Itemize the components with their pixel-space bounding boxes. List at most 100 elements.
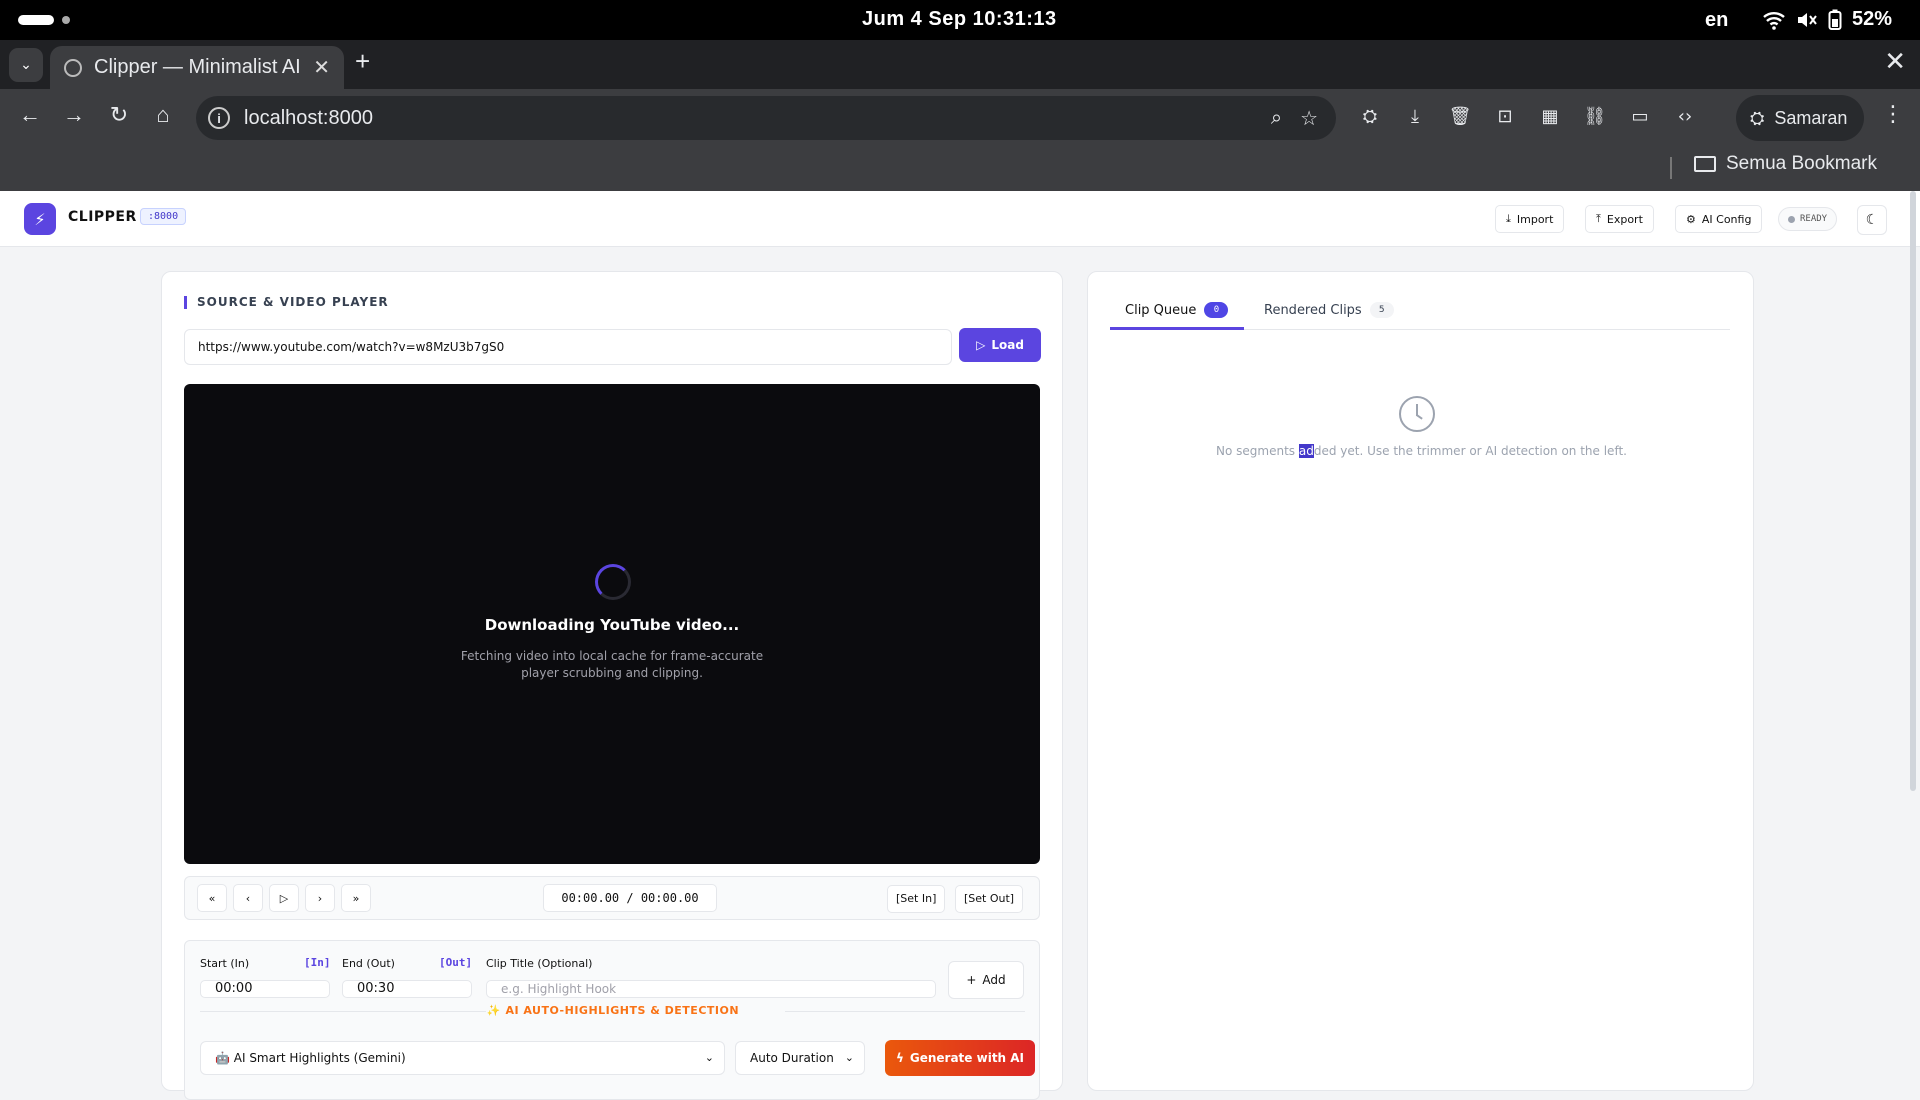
import-icon: ⤓ [1506,212,1511,225]
browser-toolbar: ← → ↻ ⌂ i localhost:8000 ⌕ ☆ ⛭ ⤓ 🗑 ⊡ ▦ ⛓… [0,89,1920,147]
import-button[interactable]: ⤓ Import [1495,205,1565,233]
tab-title: Clipper — Minimalist AI Video [94,56,303,78]
theme-toggle-moon-icon[interactable]: ☾ [1857,205,1887,235]
rewind-icon[interactable]: « [197,884,227,912]
reload-icon[interactable]: ↻ [103,102,135,128]
video-status-title: Downloading YouTube video... [484,616,740,634]
set-out-button[interactable]: [Set Out] [955,885,1024,913]
start-input[interactable]: 00:00 [200,980,330,998]
tab-clip-queue[interactable]: Clip Queue 0 [1125,302,1229,318]
port-badge: :8000 [140,208,187,225]
address-url[interactable]: localhost:8000 [244,107,1271,130]
menu-kebab-icon[interactable]: ⋮ [1882,102,1904,127]
link-icon[interactable]: ⛓ [1582,104,1608,130]
profile-button[interactable]: ⛭ Samaran [1736,95,1864,141]
mute-icon [1798,12,1817,27]
generate-ai-button[interactable]: ϟ Generate with AI [885,1040,1035,1076]
globe-icon [64,58,82,77]
clip-queue-count: 0 [1204,302,1229,318]
end-input[interactable]: 00:30 [342,980,472,998]
tab-clip-queue-label: Clip Queue [1125,302,1197,318]
os-status-bar: Jum 4 Sep 10:31:13 en 52% [0,0,1920,40]
ai-mode-select[interactable]: 🤖 AI Smart Highlights (Gemini) ⌄ [200,1041,725,1075]
duration-select[interactable]: Auto Duration ⌄ [735,1041,865,1075]
status-icons: 52% [1762,8,1892,31]
ai-config-button[interactable]: ⚙ AI Config [1675,205,1763,233]
step-back-icon[interactable]: ‹ [233,884,263,912]
player-controls: « ‹ ▷ › » 00:00.00 / 00:00.00 [Set In] [… [184,876,1040,920]
in-tag: [In] [304,956,331,969]
empty-text-start: No segments [1216,444,1299,458]
end-label: End (Out) [342,957,395,970]
folder-icon [1694,156,1716,172]
fast-forward-icon[interactable]: » [341,884,371,912]
tab-rendered-clips-label: Rendered Clips [1264,302,1362,318]
step-forward-icon[interactable]: › [305,884,335,912]
screenshot-icon[interactable]: ⊡ [1492,104,1518,130]
export-button[interactable]: ⤒ Export [1585,205,1654,233]
code-icon[interactable]: ‹› [1672,104,1698,130]
trash-icon[interactable]: 🗑 [1447,104,1473,130]
home-icon[interactable]: ⌂ [147,102,179,128]
clip-title-label: Clip Title (Optional) [486,957,593,970]
lightning-logo-icon: ⚡ [24,203,56,235]
active-tab-indicator [1110,327,1244,330]
download-icon[interactable]: ⤓ [1402,104,1428,130]
status-text: READY [1800,214,1828,224]
devices-icon[interactable]: ▭ [1627,104,1653,130]
rendered-clips-count: 5 [1369,302,1394,318]
load-button[interactable]: ▷ Load [959,328,1041,362]
video-player[interactable]: Downloading YouTube video... Fetching vi… [184,384,1040,864]
new-tab-button[interactable]: + [355,46,370,77]
tab-search-button[interactable]: ⌄ [9,48,43,82]
import-label: Import [1516,212,1554,226]
page-scrollbar[interactable] [1910,191,1916,791]
forward-icon[interactable]: → [58,102,90,128]
brand-name: CLIPPER [68,209,137,225]
chevron-down-icon: ⌄ [844,1051,854,1064]
zoom-icon[interactable]: ⌕ [1271,107,1282,130]
address-bar[interactable]: i localhost:8000 ⌕ ☆ [196,96,1336,140]
clock: Jum 4 Sep 10:31:13 [862,8,1057,30]
loading-spinner-icon [595,564,631,600]
source-video-panel: SOURCE & VIDEO PLAYER https://www.youtub… [161,271,1063,1100]
play-icon[interactable]: ▷ [269,884,299,912]
app-header: ⚡ CLIPPER :8000 ⤓ Import ⤒ Export ⚙ AI C… [0,191,1920,247]
section-title: SOURCE & VIDEO PLAYER [184,296,389,309]
set-in-button[interactable]: [Set In] [887,885,946,913]
video-url-input[interactable]: https://www.youtube.com/watch?v=w8MzU3b7… [184,329,952,365]
status-pill-icon [18,15,54,25]
plus-icon: + [966,973,977,987]
timecode-display: 00:00.00 / 00:00.00 [543,884,717,912]
chevron-down-icon: ⌄ [704,1051,714,1064]
bookmark-separator [1670,157,1672,179]
all-bookmarks-label: Semua Bookmark [1726,153,1878,174]
duration-value: Auto Duration [750,1051,834,1065]
app-root: ⚡ CLIPPER :8000 ⤓ Import ⤒ Export ⚙ AI C… [0,191,1920,1100]
clip-title-input[interactable]: e.g. Highlight Hook [486,980,936,998]
generate-label: Generate with AI [909,1051,1025,1065]
site-info-icon[interactable]: i [208,107,230,129]
browser-tab[interactable]: Clipper — Minimalist AI Video ✕ [50,46,344,89]
all-bookmarks-button[interactable]: Semua Bookmark [1670,153,1878,179]
gear-icon: ⚙ [1686,212,1696,226]
tab-close-icon[interactable]: ✕ [313,55,330,80]
add-label: Add [982,973,1006,987]
profile-name: Samaran [1774,107,1848,128]
qr-code-icon[interactable]: ▦ [1537,104,1563,130]
tab-rendered-clips[interactable]: Rendered Clips 5 [1264,302,1394,318]
window-close-button[interactable]: ✕ [1884,46,1906,77]
out-tag: [Out] [439,956,473,969]
bookmark-star-icon[interactable]: ☆ [1300,106,1318,131]
clock-icon [1399,396,1435,432]
export-icon: ⤒ [1596,212,1601,225]
bookmark-bar [0,147,1920,191]
lightning-icon: ϟ [895,1051,904,1065]
incognito-icon[interactable]: ⛭ [1357,104,1383,130]
clips-panel: Clip Queue 0 Rendered Clips 5 No segment… [1087,271,1754,1091]
add-button[interactable]: + Add [948,961,1024,999]
load-label: Load [991,338,1024,352]
ai-mode-value: 🤖 AI Smart Highlights (Gemini) [215,1051,406,1065]
video-status-subtitle: Fetching video into local cache for fram… [460,649,764,680]
back-icon[interactable]: ← [14,102,46,128]
